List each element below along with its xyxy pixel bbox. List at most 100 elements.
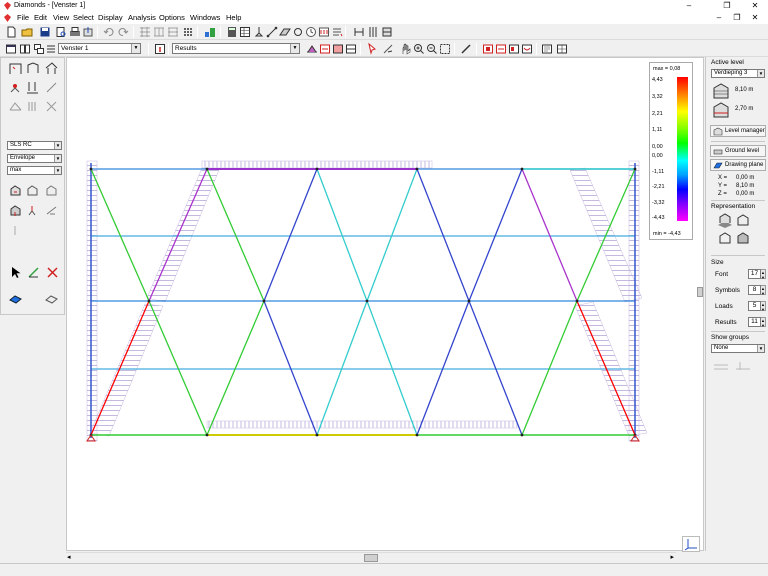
window-icon[interactable] [5,43,17,55]
zoom-in-icon[interactable] [413,43,425,55]
render-3d-icon[interactable] [734,213,752,229]
combination-select[interactable]: SLS RC ▼ [7,141,62,150]
zoom-extents-icon[interactable] [439,43,451,55]
result-contour-icon[interactable] [332,43,344,55]
result-values-icon[interactable] [319,43,331,55]
loads-size-input[interactable]: 5 [748,301,761,311]
level-down-icon[interactable] [712,102,730,118]
loads-size-stepper[interactable]: ▲ ▼ [761,301,766,312]
select-member-icon[interactable] [382,43,394,55]
extreme-select[interactable]: max ▼ [7,166,62,175]
pointer-icon[interactable] [9,266,22,279]
chevron-down-icon[interactable]: ▼ [290,44,299,53]
zoom-out-icon[interactable] [426,43,438,55]
grid-icon[interactable] [139,26,151,38]
load-case-icon[interactable] [331,26,343,38]
font-size-stepper[interactable]: ▲ ▼ [761,269,766,280]
delete-icon[interactable] [46,266,59,279]
chevron-down-icon[interactable]: ▼ [757,70,764,77]
frame-icon[interactable] [9,62,22,75]
building-deform-icon[interactable] [26,184,39,197]
report-table-icon[interactable] [556,43,568,55]
cascade-windows-icon[interactable] [33,43,45,55]
group-icon[interactable] [712,359,730,373]
save-icon[interactable] [39,26,51,38]
results-size-stepper[interactable]: ▲ ▼ [761,317,766,328]
menu-edit[interactable]: Edit [32,13,49,23]
surface-icon[interactable] [279,26,291,38]
model-icon[interactable] [204,26,216,38]
building-result-icon[interactable] [9,184,22,197]
show-groups-select[interactable]: None ▼ [711,344,765,353]
building-stress-icon[interactable] [45,184,58,197]
grid-rows-icon[interactable] [167,26,179,38]
select-node-icon[interactable] [366,43,378,55]
font-size-input[interactable]: 17 [748,269,761,279]
child-restore-button[interactable]: ❐ [730,12,744,24]
new-file-icon[interactable] [5,26,17,38]
level-manager-button[interactable]: Level manager [710,125,766,137]
render-solid-icon[interactable] [716,213,734,229]
results-size-input[interactable]: 11 [748,317,761,327]
frame-3d-icon[interactable] [26,62,39,75]
symbols-size-stepper[interactable]: ▲ ▼ [761,285,766,296]
draw-line-icon[interactable] [27,266,40,279]
envelope-select[interactable]: Envelope ▼ [7,154,62,163]
ground-level-button[interactable]: Ground level [710,145,766,157]
section-cut-icon[interactable] [45,204,58,217]
level-up-icon[interactable] [712,83,730,99]
menu-view[interactable]: View [51,13,71,23]
dot-grid-icon[interactable] [182,26,194,38]
menu-file[interactable]: File [15,13,31,23]
calculator-icon[interactable] [226,26,238,38]
column-icon[interactable] [367,26,379,38]
symbols-size-input[interactable]: 8 [748,285,761,295]
result-diagram-icon[interactable] [306,43,318,55]
print-preview-icon[interactable] [55,26,67,38]
check-deflection-icon[interactable] [521,43,533,55]
plate-outline-icon[interactable] [45,292,58,305]
result-table-icon[interactable] [345,43,357,55]
scroll-thumb[interactable] [697,287,703,297]
close-button[interactable]: ✕ [742,0,768,12]
chevron-down-icon[interactable]: ▼ [131,44,140,53]
beam-icon[interactable] [353,26,365,38]
group-edit-icon[interactable] [734,359,752,373]
menu-select[interactable]: Select [71,13,96,23]
building-reaction-icon[interactable] [9,204,22,217]
chevron-down-icon[interactable]: ▼ [54,155,61,162]
ground-node-icon[interactable] [9,81,22,94]
support-icon[interactable] [26,81,39,94]
child-minimize-button[interactable]: – [712,12,726,24]
grid-columns-icon[interactable] [153,26,165,38]
check-red-icon[interactable] [482,43,494,55]
redo-icon[interactable] [117,26,129,38]
member-type-icon[interactable] [45,81,58,94]
line-icon[interactable] [9,224,22,237]
check-mixed-icon[interactable] [508,43,520,55]
plate-icon[interactable] [9,292,22,305]
open-folder-icon[interactable] [21,26,33,38]
scroll-thumb[interactable] [364,554,378,562]
export-icon[interactable] [82,26,94,38]
wall-icon[interactable] [381,26,393,38]
print-icon[interactable] [69,26,81,38]
active-level-select[interactable]: Verdieping 3 ▼ [711,69,765,78]
reaction-icon[interactable] [26,204,39,217]
info-icon[interactable] [154,43,166,55]
roof-icon[interactable] [45,62,58,75]
menu-help[interactable]: Help [224,13,243,23]
minimize-button[interactable]: – [676,0,702,12]
tile-windows-icon[interactable] [19,43,31,55]
check-red-outline-icon[interactable] [495,43,507,55]
scroll-left-icon[interactable]: ◂ [67,553,71,561]
clock-icon[interactable] [305,26,317,38]
menu-windows[interactable]: Windows [188,13,222,23]
load-icon[interactable] [318,26,330,38]
node-support-icon[interactable] [253,26,265,38]
window-list-icon[interactable] [45,43,57,55]
render-mixed-icon[interactable] [734,231,752,247]
drawing-plane-button[interactable]: Drawing plane [710,159,766,171]
menu-options[interactable]: Options [157,13,187,23]
measure-icon[interactable] [460,43,472,55]
